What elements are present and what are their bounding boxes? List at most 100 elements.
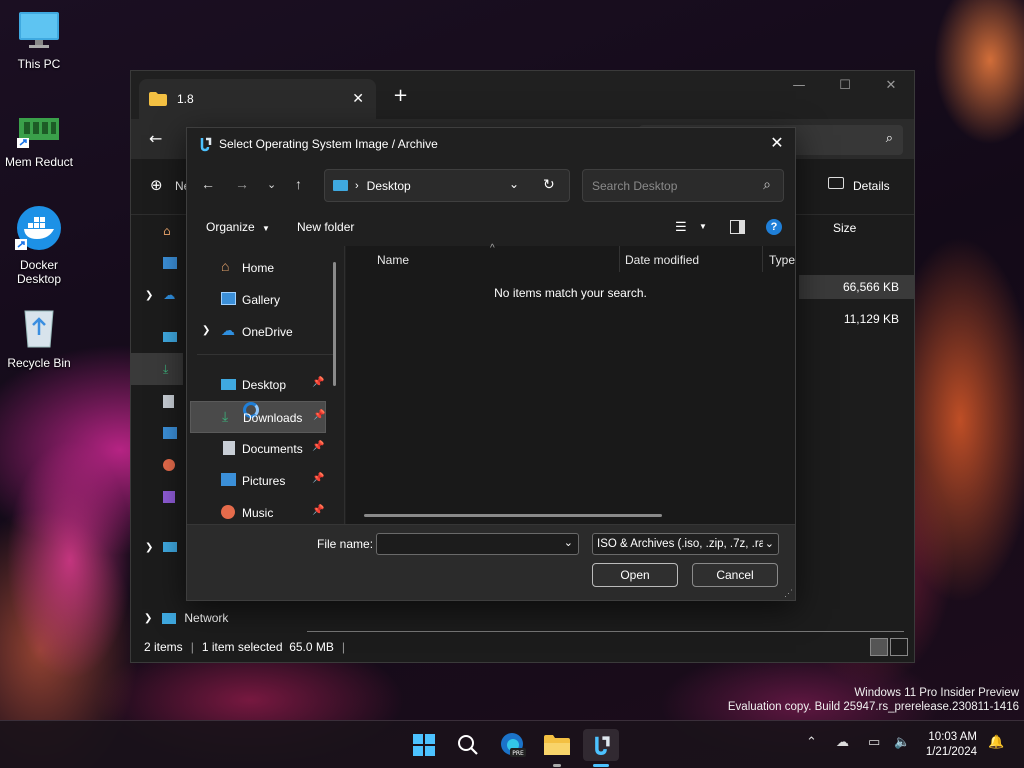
edge-browser-button[interactable]: PRE: [495, 729, 531, 761]
home-icon: ⌂: [163, 224, 171, 238]
tree-item-gallery[interactable]: Gallery: [187, 284, 344, 316]
list-horizontal-scrollbar[interactable]: [364, 514, 662, 517]
home-icon: ⌂: [221, 258, 230, 274]
documents-icon: [163, 394, 174, 408]
recent-locations-chevron-icon[interactable]: ⌄: [267, 178, 276, 191]
column-headers: ^ Name Date modified Type: [346, 243, 795, 272]
size-column-header[interactable]: Size: [833, 221, 856, 235]
watermark-line2: Evaluation copy. Build 25947.rs_prerelea…: [727, 701, 1019, 713]
download-icon: ⤓: [163, 361, 169, 376]
volume-muted-icon[interactable]: 🔈: [894, 735, 910, 750]
search-button[interactable]: [450, 729, 486, 761]
system-clock[interactable]: 10:03 AM 1/21/2024: [926, 730, 977, 760]
tree-item-onedrive[interactable]: ❯ ☁ OneDrive: [187, 316, 344, 348]
column-name[interactable]: Name: [377, 253, 409, 267]
desktop-icon-label: Docker Desktop: [16, 258, 62, 286]
nav-home-partial[interactable]: ⌂: [149, 215, 183, 247]
column-type[interactable]: Type: [769, 253, 795, 267]
file-type-filter[interactable]: ISO & Archives (.iso, .zip, .7z, .ra ⌄: [592, 533, 779, 555]
back-arrow-icon[interactable]: ←: [149, 129, 162, 148]
nav-desktop-partial[interactable]: [149, 321, 183, 353]
tree-item-pictures[interactable]: Pictures 📌: [187, 465, 344, 497]
tree-item-label: Music: [242, 506, 274, 520]
nav-pictures-partial[interactable]: [149, 417, 183, 449]
filter-dropdown-icon[interactable]: ⌄: [762, 534, 774, 554]
network-status-icon[interactable]: ▭: [868, 735, 880, 750]
tree-item-desktop[interactable]: Desktop 📌: [187, 369, 344, 401]
memory-chip-icon: [17, 118, 59, 148]
refresh-icon[interactable]: ↻: [543, 176, 555, 193]
forward-arrow-icon[interactable]: →: [235, 176, 249, 192]
cloud-offline-icon[interactable]: ☁: [836, 735, 849, 750]
resize-grip-icon[interactable]: ⋰: [784, 588, 793, 599]
new-folder-button[interactable]: New folder: [297, 220, 354, 234]
address-dropdown-icon[interactable]: ⌄: [509, 177, 519, 191]
tree-scrollbar[interactable]: [333, 262, 336, 386]
cancel-button[interactable]: Cancel: [692, 563, 778, 587]
tree-item-label: Documents: [242, 442, 303, 456]
nav-documents-partial[interactable]: [149, 385, 183, 417]
search-desktop-input[interactable]: Search Desktop ⌕: [582, 169, 784, 202]
nav-downloads-partial[interactable]: ⤓: [131, 353, 183, 385]
search-placeholder: Search Desktop: [592, 178, 678, 193]
desktop-icon-recycle-bin[interactable]: Recycle Bin: [1, 305, 77, 370]
file-name-dropdown-icon[interactable]: ⌄: [564, 536, 573, 549]
help-icon[interactable]: ?: [766, 219, 782, 235]
videos-icon: [163, 491, 175, 503]
address-location[interactable]: Desktop: [367, 179, 411, 193]
desktop-icon-this-pc[interactable]: This PC: [1, 10, 77, 71]
open-button[interactable]: Open: [592, 563, 678, 587]
nav-network[interactable]: ❯ Network: [144, 611, 228, 625]
details-button[interactable]: Details: [853, 179, 890, 193]
file-row-selected[interactable]: 66,566 KB: [799, 275, 914, 299]
column-separator[interactable]: [762, 246, 763, 272]
tree-item-music[interactable]: Music 📌: [187, 497, 344, 524]
desktop-icon-docker[interactable]: Docker Desktop: [1, 205, 77, 286]
show-hidden-icons-chevron-icon[interactable]: ⌃: [806, 735, 817, 750]
minimize-icon[interactable]: —: [776, 71, 822, 101]
file-explorer-button[interactable]: [539, 729, 575, 767]
app-button-active[interactable]: [583, 729, 619, 767]
up-arrow-icon[interactable]: ↑: [295, 176, 302, 192]
status-separator: |: [190, 640, 194, 654]
column-date-modified[interactable]: Date modified: [625, 253, 699, 267]
nav-thispc-partial[interactable]: ❯: [131, 531, 183, 563]
folder-icon: [544, 735, 570, 755]
nav-videos-partial[interactable]: [149, 481, 183, 513]
tiles-view-icon[interactable]: [890, 638, 908, 656]
desktop-icon-mem-reduct[interactable]: Mem Reduct: [1, 112, 77, 169]
dialog-close-icon[interactable]: ✕: [765, 132, 789, 156]
windows-logo-icon: [413, 734, 435, 756]
details-view-icon[interactable]: [870, 638, 888, 656]
tree-item-downloads[interactable]: ⤓ Downloads 📌: [190, 401, 326, 433]
new-icon[interactable]: ⊕: [150, 176, 163, 194]
pin-icon: 📌: [313, 410, 326, 421]
column-separator[interactable]: [619, 246, 620, 272]
preview-pane-icon[interactable]: [730, 220, 745, 234]
close-tab-icon[interactable]: ✕: [352, 90, 364, 107]
explorer-tab[interactable]: 1.8 ✕: [139, 79, 376, 119]
maximize-icon[interactable]: ☐: [822, 71, 868, 101]
notification-bell-icon[interactable]: 🔔: [988, 735, 1004, 750]
address-bar[interactable]: › Desktop ⌄ ↻: [324, 169, 570, 202]
new-tab-icon[interactable]: +: [393, 85, 408, 106]
music-icon: [221, 505, 235, 519]
file-name-input[interactable]: ⌄: [376, 533, 579, 555]
back-arrow-icon[interactable]: ←: [201, 176, 215, 192]
start-button[interactable]: [406, 729, 442, 761]
empty-message: No items match your search.: [494, 286, 647, 300]
organize-menu[interactable]: Organize ▼: [206, 220, 270, 234]
close-icon[interactable]: ✕: [868, 71, 914, 101]
nav-gallery-partial[interactable]: [149, 247, 183, 279]
nav-music-partial[interactable]: [149, 449, 183, 481]
view-dropdown-caret-icon[interactable]: ▼: [699, 222, 707, 231]
tree-item-home[interactable]: ⌂ Home: [187, 252, 344, 284]
search-icon[interactable]: ⌕: [763, 176, 771, 193]
file-row[interactable]: 11,129 KB: [799, 307, 914, 331]
nav-onedrive-partial[interactable]: ❯ ☁: [131, 279, 183, 311]
tree-item-documents[interactable]: Documents 📌: [187, 433, 344, 465]
expand-chevron-icon[interactable]: ❯: [202, 325, 210, 336]
network-label: Network: [184, 611, 229, 625]
svg-text:PRE: PRE: [512, 750, 524, 757]
change-view-icon[interactable]: ☰: [675, 219, 687, 235]
